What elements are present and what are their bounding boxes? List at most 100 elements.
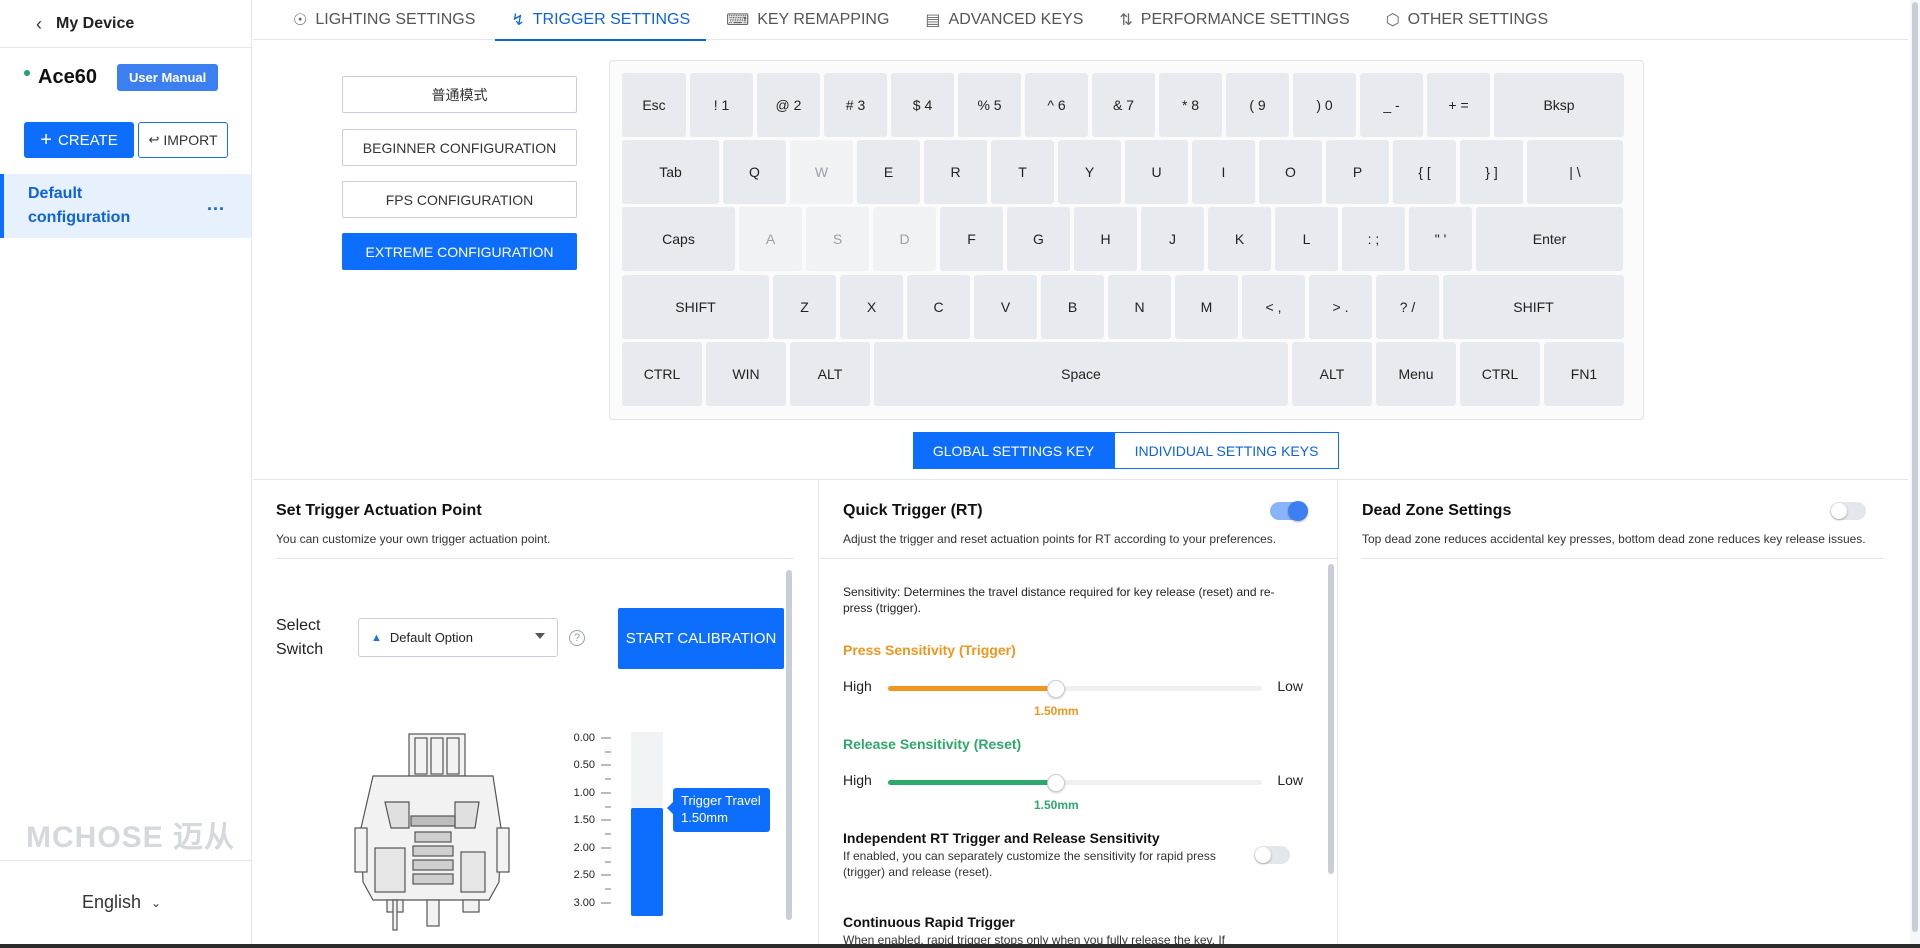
key[interactable]: SHIFT — [622, 275, 769, 339]
mode-beginner-button[interactable]: BEGINNER CONFIGURATION — [342, 129, 577, 166]
create-button[interactable]: + CREATE — [24, 122, 134, 158]
individual-settings-button[interactable]: INDIVIDUAL SETTING KEYS — [1114, 432, 1339, 469]
tab-lighting[interactable]: ☉ LIGHTING SETTINGS — [277, 0, 491, 40]
independent-rt-toggle[interactable] — [1254, 846, 1290, 864]
scrollbar-thumb[interactable] — [1912, 2, 1918, 932]
global-settings-button[interactable]: GLOBAL SETTINGS KEY — [913, 432, 1114, 469]
key[interactable]: ? / — [1376, 275, 1439, 339]
scrollbar[interactable] — [786, 570, 792, 920]
key[interactable]: CTRL — [622, 342, 702, 406]
key[interactable]: ^ 6 — [1025, 73, 1088, 137]
tab-other[interactable]: ⬡ OTHER SETTINGS — [1370, 0, 1564, 40]
key[interactable]: & 7 — [1092, 73, 1155, 137]
dead-zone-toggle[interactable] — [1830, 502, 1866, 520]
slider-thumb[interactable] — [1047, 680, 1065, 698]
language-select[interactable]: English ⌄ — [82, 892, 161, 913]
key[interactable]: Esc — [622, 73, 686, 137]
key[interactable]: Z — [773, 275, 836, 339]
key[interactable]: > . — [1309, 275, 1372, 339]
key[interactable]: O — [1259, 140, 1322, 204]
slider-track[interactable] — [888, 680, 1262, 698]
key[interactable]: P — [1326, 140, 1389, 204]
travel-fill[interactable] — [631, 808, 663, 916]
key[interactable]: T — [991, 140, 1054, 204]
key[interactable]: Space — [874, 342, 1288, 406]
key[interactable]: Bksp — [1494, 73, 1624, 137]
tab-key-remapping[interactable]: ⌨ KEY REMAPPING — [710, 0, 905, 40]
chevron-left-icon[interactable]: ‹ — [36, 15, 42, 33]
key[interactable]: J — [1141, 207, 1204, 271]
slider-thumb[interactable] — [1047, 774, 1065, 792]
key[interactable]: : ; — [1342, 207, 1405, 271]
key[interactable]: C — [907, 275, 970, 339]
key[interactable]: ALT — [1292, 342, 1372, 406]
scrollbar[interactable] — [1328, 564, 1334, 874]
key[interactable]: * 8 — [1159, 73, 1222, 137]
mode-extreme-button[interactable]: EXTREME CONFIGURATION — [342, 233, 577, 270]
tab-advanced-keys[interactable]: ▤ ADVANCED KEYS — [909, 0, 1099, 40]
key[interactable]: K — [1208, 207, 1271, 271]
key[interactable]: ( 9 — [1226, 73, 1289, 137]
key[interactable]: A — [739, 207, 802, 271]
switch-select[interactable]: ▲ Default Option — [358, 618, 558, 657]
key[interactable]: Q — [723, 140, 786, 204]
key[interactable]: { [ — [1393, 140, 1456, 204]
config-item-default[interactable]: Default configuration ... — [0, 174, 251, 238]
import-button[interactable]: ↩ IMPORT — [138, 122, 228, 158]
key[interactable]: R — [924, 140, 987, 204]
key[interactable]: X — [840, 275, 903, 339]
key[interactable]: % 5 — [958, 73, 1021, 137]
more-icon[interactable]: ... — [207, 194, 225, 215]
key[interactable]: ALT — [790, 342, 870, 406]
press-sensitivity-slider[interactable]: High Low — [843, 676, 1303, 698]
key[interactable]: D — [873, 207, 936, 271]
start-calibration-button[interactable]: START CALIBRATION — [618, 608, 784, 669]
key[interactable]: @ 2 — [757, 73, 820, 137]
key[interactable]: FN1 — [1544, 342, 1624, 406]
mode-normal-button[interactable]: 普通模式 — [342, 76, 577, 113]
key[interactable]: H — [1074, 207, 1137, 271]
key[interactable]: # 3 — [824, 73, 887, 137]
rapid-trigger-panel: Quick Trigger (RT) Adjust the trigger an… — [820, 480, 1338, 948]
rt-toggle[interactable] — [1270, 501, 1308, 521]
release-sensitivity-slider[interactable]: High Low — [843, 770, 1303, 792]
key[interactable]: I — [1192, 140, 1255, 204]
key[interactable]: + = — [1427, 73, 1490, 137]
key[interactable]: W — [790, 140, 853, 204]
tab-performance[interactable]: ⇅ PERFORMANCE SETTINGS — [1103, 0, 1365, 40]
key[interactable]: | \ — [1527, 140, 1623, 204]
sidebar-header[interactable]: ‹ My Device — [0, 0, 251, 48]
key[interactable]: Caps — [622, 207, 735, 271]
tab-trigger[interactable]: ↯ TRIGGER SETTINGS — [495, 0, 706, 41]
key[interactable]: ! 1 — [690, 73, 753, 137]
key[interactable]: N — [1108, 275, 1171, 339]
help-icon[interactable]: ? — [569, 630, 585, 646]
key[interactable]: " ' — [1409, 207, 1472, 271]
key[interactable]: SHIFT — [1443, 275, 1624, 339]
key[interactable]: CTRL — [1460, 342, 1540, 406]
user-manual-button[interactable]: User Manual — [116, 64, 219, 91]
key[interactable]: Enter — [1476, 207, 1623, 271]
key[interactable]: B — [1041, 275, 1104, 339]
key[interactable]: _ - — [1360, 73, 1423, 137]
key[interactable]: $ 4 — [891, 73, 954, 137]
key[interactable]: S — [806, 207, 869, 271]
key[interactable]: < , — [1242, 275, 1305, 339]
key[interactable]: WIN — [706, 342, 786, 406]
key[interactable]: G — [1007, 207, 1070, 271]
key[interactable]: } ] — [1460, 140, 1523, 204]
mode-fps-button[interactable]: FPS CONFIGURATION — [342, 181, 577, 218]
key[interactable]: Y — [1058, 140, 1121, 204]
key[interactable]: E — [857, 140, 920, 204]
key[interactable]: ) 0 — [1293, 73, 1356, 137]
key[interactable]: L — [1275, 207, 1338, 271]
key[interactable]: F — [940, 207, 1003, 271]
key[interactable]: V — [974, 275, 1037, 339]
key[interactable]: Menu — [1376, 342, 1456, 406]
page-scrollbar[interactable] — [1910, 0, 1920, 948]
key[interactable]: Tab — [622, 140, 719, 204]
key[interactable]: U — [1125, 140, 1188, 204]
travel-bar[interactable] — [631, 732, 663, 916]
slider-track[interactable] — [888, 774, 1262, 792]
key[interactable]: M — [1175, 275, 1238, 339]
